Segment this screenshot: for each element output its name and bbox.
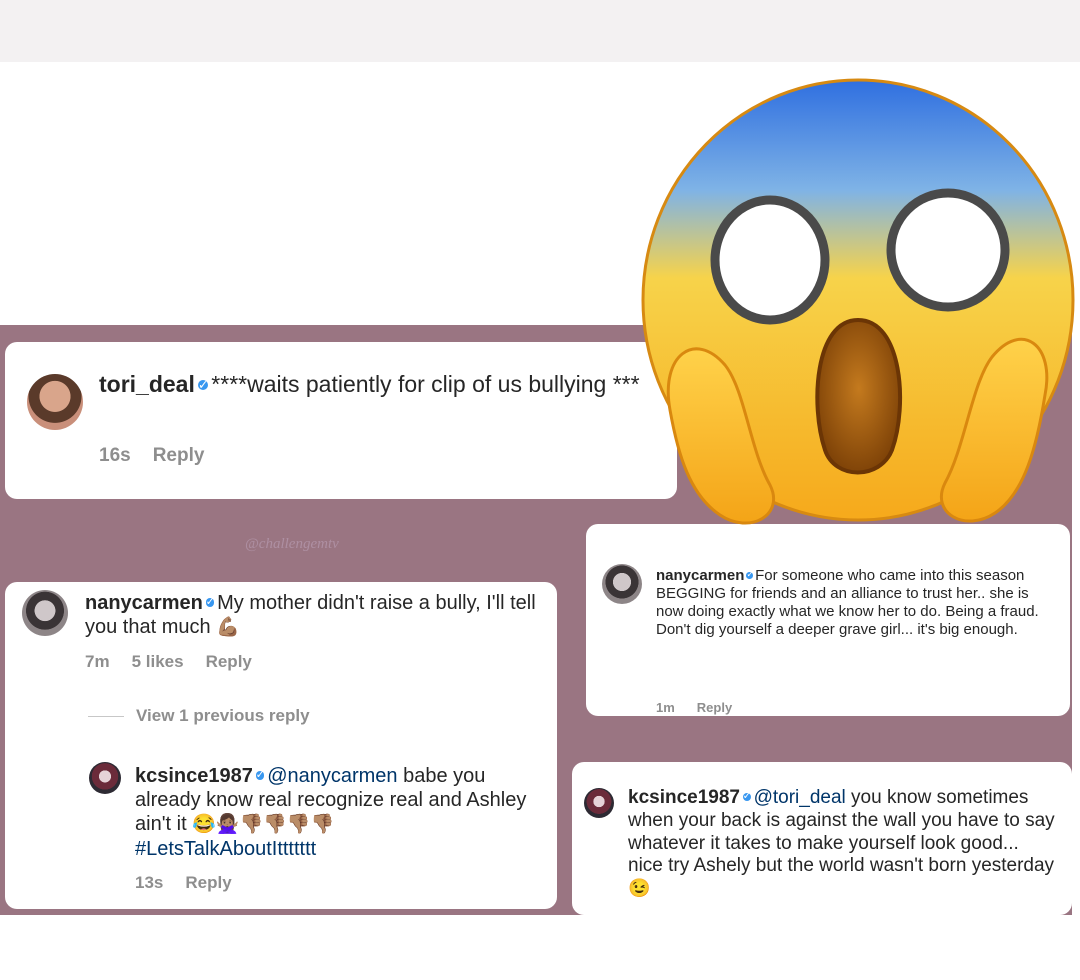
username[interactable]: kcsince1987 [628, 787, 740, 808]
timestamp: 16s [99, 445, 131, 466]
comment-card-tori: tori_deal ✓ ****waits patiently for clip o… [5, 342, 677, 499]
comment-meta: 16s Reply [99, 445, 226, 467]
view-previous-label: View 1 previous reply [136, 706, 310, 725]
comment-card-nany-right: nanycarmen ✓ For someone who came into thi… [586, 524, 1070, 716]
timestamp: 13s [135, 873, 164, 892]
avatar[interactable] [89, 762, 121, 794]
avatar[interactable] [584, 788, 614, 818]
verified-badge-icon: ✓ [205, 596, 215, 609]
reply-meta: 13s Reply [135, 873, 254, 893]
username[interactable]: tori_deal [99, 371, 195, 397]
avatar[interactable] [602, 564, 642, 604]
comment-text: kcsince1987 ✓ @tori_deal you know sometime… [628, 787, 1058, 901]
comment-text: nanycarmen ✓ My mother didn't raise a bull… [85, 591, 545, 640]
mention-link[interactable]: @tori_deal [754, 787, 846, 808]
verified-badge-icon: ✓ [198, 377, 209, 392]
flexed-biceps-emoji-icon: 💪🏽 [216, 617, 240, 638]
reply-button[interactable]: Reply [153, 445, 205, 466]
username[interactable]: kcsince1987 [135, 765, 253, 787]
comment-meta: 7m 5 likes Reply [85, 652, 274, 672]
timestamp: 1m [656, 700, 675, 715]
comment-card-nany-thread: nanycarmen ✓ My mother didn't raise a bull… [5, 582, 557, 909]
screaming-face-emoji-icon [641, 78, 1075, 525]
reaction-emojis-icon: 😂🙅🏽‍♀️👎🏽👎🏽👎🏽👎🏽 [192, 814, 335, 835]
wink-emoji-icon: 😉 [628, 878, 651, 899]
username[interactable]: nanycarmen [656, 567, 744, 584]
verified-badge-icon: ✓ [746, 569, 754, 579]
comment-body: ****waits patiently for clip of us bully… [211, 371, 640, 397]
reply-text: kcsince1987 ✓ @nanycarmen babe you already… [135, 764, 545, 861]
likes-count[interactable]: 5 likes [132, 652, 184, 671]
hashtag-link[interactable]: #LetsTalkAboutIttttttt [135, 838, 316, 860]
reply-button[interactable]: Reply [697, 700, 732, 715]
comment-meta: 1m Reply [656, 700, 754, 715]
watermark: @challengemtv [245, 536, 339, 552]
comment-text: tori_deal ✓ ****waits patiently for clip o… [99, 371, 659, 399]
username[interactable]: nanycarmen [85, 592, 203, 614]
comment-card-kc-right: kcsince1987 ✓ @tori_deal you know sometime… [572, 762, 1072, 915]
avatar[interactable] [27, 374, 83, 430]
timestamp: 7m [85, 652, 110, 671]
divider [88, 716, 124, 718]
reply-button[interactable]: Reply [185, 873, 231, 892]
comment-text: nanycarmen ✓ For someone who came into thi… [656, 567, 1046, 639]
avatar[interactable] [22, 590, 68, 636]
reply-button[interactable]: Reply [206, 652, 252, 671]
view-previous-replies[interactable]: View 1 previous reply [88, 706, 310, 726]
verified-badge-icon: ✓ [255, 769, 265, 782]
mention-link[interactable]: @nanycarmen [267, 765, 397, 787]
verified-badge-icon: ✓ [742, 790, 752, 802]
top-bar [0, 0, 1080, 62]
